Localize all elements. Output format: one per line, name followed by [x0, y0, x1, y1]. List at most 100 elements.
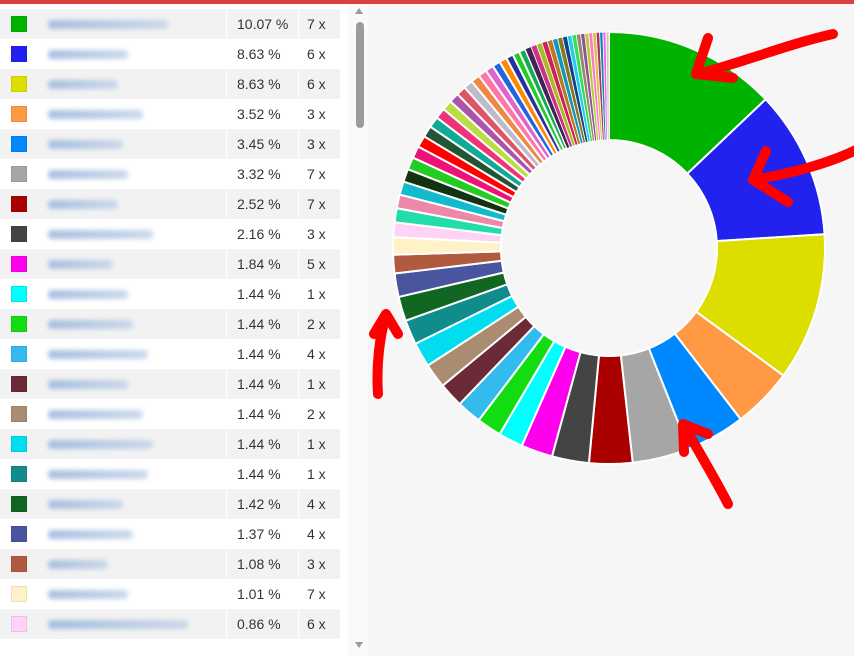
table-row[interactable]: 1.01 % 7 x — [0, 579, 340, 609]
name-cell — [38, 459, 226, 489]
percent-cell: 1.44 % — [226, 369, 298, 399]
name-cell — [38, 519, 226, 549]
percent-cell: 1.44 % — [226, 429, 298, 459]
count-cell: 3 x — [298, 549, 340, 579]
blurred-name-link[interactable] — [48, 109, 143, 119]
blurred-name-link[interactable] — [48, 229, 153, 239]
count-cell: 2 x — [298, 309, 340, 339]
table-row[interactable]: 1.44 % 4 x — [0, 339, 340, 369]
color-swatch — [11, 76, 27, 92]
percent-cell: 1.08 % — [226, 549, 298, 579]
blurred-name-link[interactable] — [48, 499, 123, 509]
blurred-name-link[interactable] — [48, 619, 188, 629]
table-row[interactable]: 1.44 % 2 x — [0, 309, 340, 339]
color-swatch — [11, 466, 27, 482]
annotation-arrow — [691, 29, 838, 83]
blurred-name-link[interactable] — [48, 439, 153, 449]
percent-cell: 2.52 % — [226, 189, 298, 219]
count-cell: 6 x — [298, 69, 340, 99]
table-row[interactable]: 1.44 % 1 x — [0, 459, 340, 489]
table-row[interactable]: 2.16 % 3 x — [0, 219, 340, 249]
color-swatch — [11, 376, 27, 392]
table-row[interactable]: 0.86 % 6 x — [0, 609, 340, 639]
blurred-name-link[interactable] — [48, 379, 128, 389]
blurred-name-link[interactable] — [48, 139, 123, 149]
color-swatch — [11, 406, 27, 422]
swatch-cell — [0, 609, 38, 639]
annotation-arrow — [369, 309, 403, 399]
percent-cell: 3.45 % — [226, 129, 298, 159]
swatch-cell — [0, 489, 38, 519]
percent-cell: 1.44 % — [226, 339, 298, 369]
table-row[interactable]: 1.44 % 1 x — [0, 279, 340, 309]
color-swatch — [11, 556, 27, 572]
swatch-cell — [0, 99, 38, 129]
percent-cell: 1.37 % — [226, 519, 298, 549]
table-row[interactable]: 8.63 % 6 x — [0, 39, 340, 69]
percent-cell: 1.44 % — [226, 279, 298, 309]
blurred-name-link[interactable] — [48, 529, 133, 539]
blurred-name-link[interactable] — [48, 169, 128, 179]
table-row[interactable]: 8.63 % 6 x — [0, 69, 340, 99]
count-cell: 3 x — [298, 129, 340, 159]
swatch-cell — [0, 9, 38, 39]
percent-cell: 10.07 % — [226, 9, 298, 39]
blurred-name-link[interactable] — [48, 469, 148, 479]
count-cell: 4 x — [298, 489, 340, 519]
name-cell — [38, 339, 226, 369]
table-row[interactable]: 1.42 % 4 x — [0, 489, 340, 519]
color-swatch — [11, 346, 27, 362]
color-swatch — [11, 196, 27, 212]
swatch-cell — [0, 219, 38, 249]
swatch-cell — [0, 339, 38, 369]
color-swatch — [11, 106, 27, 122]
name-cell — [38, 9, 226, 39]
color-swatch — [11, 316, 27, 332]
name-cell — [38, 429, 226, 459]
blurred-name-link[interactable] — [48, 409, 143, 419]
blurred-name-link[interactable] — [48, 199, 118, 209]
blurred-name-link[interactable] — [48, 49, 128, 59]
table-row[interactable]: 1.37 % 4 x — [0, 519, 340, 549]
color-swatch — [11, 496, 27, 512]
blurred-name-link[interactable] — [48, 559, 108, 569]
blurred-name-link[interactable] — [48, 289, 128, 299]
count-cell: 7 x — [298, 9, 340, 39]
blurred-name-link[interactable] — [48, 79, 118, 89]
blurred-name-link[interactable] — [48, 259, 113, 269]
color-swatch — [11, 586, 27, 602]
table-row[interactable]: 3.45 % 3 x — [0, 129, 340, 159]
scrollbar-thumb[interactable] — [356, 22, 364, 128]
name-cell — [38, 129, 226, 159]
name-cell — [38, 189, 226, 219]
blurred-name-link[interactable] — [48, 349, 148, 359]
table-row[interactable]: 3.52 % 3 x — [0, 99, 340, 129]
name-cell — [38, 609, 226, 639]
blurred-name-link[interactable] — [48, 589, 128, 599]
table-row[interactable]: 1.08 % 3 x — [0, 549, 340, 579]
percent-cell: 8.63 % — [226, 69, 298, 99]
table-row[interactable]: 1.44 % 2 x — [0, 399, 340, 429]
swatch-cell — [0, 69, 38, 99]
blurred-name-link[interactable] — [48, 319, 133, 329]
swatch-cell — [0, 309, 38, 339]
count-cell: 6 x — [298, 39, 340, 69]
blurred-name-link[interactable] — [48, 19, 168, 29]
count-cell: 5 x — [298, 249, 340, 279]
scroll-up-icon[interactable] — [355, 8, 363, 14]
table-row[interactable]: 10.07 % 7 x — [0, 9, 340, 39]
swatch-cell — [0, 399, 38, 429]
count-cell: 1 x — [298, 279, 340, 309]
table-row[interactable]: 1.84 % 5 x — [0, 249, 340, 279]
table-row[interactable]: 1.44 % 1 x — [0, 369, 340, 399]
name-cell — [38, 309, 226, 339]
scroll-down-icon[interactable] — [355, 642, 363, 648]
table-row[interactable]: 2.52 % 7 x — [0, 189, 340, 219]
table-row[interactable]: 3.32 % 7 x — [0, 159, 340, 189]
color-swatch — [11, 616, 27, 632]
table-row[interactable]: 1.44 % 1 x — [0, 429, 340, 459]
name-cell — [38, 159, 226, 189]
count-cell: 6 x — [298, 609, 340, 639]
percent-cell: 1.44 % — [226, 309, 298, 339]
count-cell: 1 x — [298, 369, 340, 399]
